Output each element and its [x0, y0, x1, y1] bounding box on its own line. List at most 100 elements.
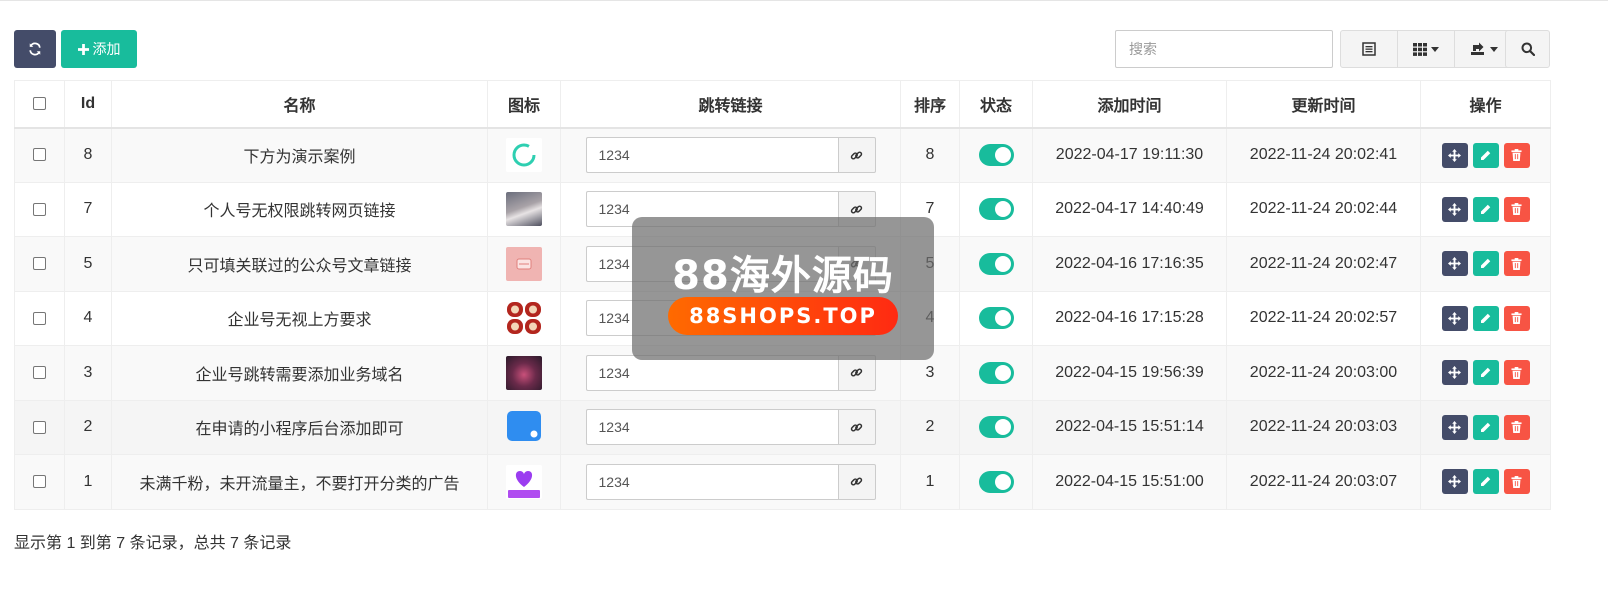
edit-button[interactable] — [1472, 142, 1499, 168]
edit-button[interactable] — [1472, 469, 1499, 495]
edit-button[interactable] — [1472, 414, 1499, 440]
open-link-button[interactable] — [837, 409, 876, 446]
row-created: 2022-04-16 17:16:35 — [1032, 236, 1227, 292]
header-updated[interactable]: 更新时间 — [1226, 80, 1421, 129]
header-name[interactable]: 名称 — [111, 80, 488, 129]
toggle-view-button[interactable] — [1341, 31, 1398, 67]
header-status[interactable]: 状态 — [959, 80, 1033, 129]
pagination-summary: 显示第 1 到第 7 条记录，总共 7 条记录 — [14, 535, 292, 552]
row-checkbox[interactable] — [33, 202, 46, 216]
drag-sort-button[interactable] — [1441, 469, 1468, 495]
purple-heart-icon[interactable] — [506, 464, 542, 499]
status-toggle[interactable] — [978, 361, 1014, 384]
delete-button[interactable] — [1503, 360, 1530, 386]
select-all-checkbox[interactable] — [33, 97, 46, 111]
link-field[interactable]: 1234 — [585, 463, 838, 500]
delete-button[interactable] — [1503, 196, 1530, 222]
watermark-url: 88SHOPS.TOP — [668, 297, 898, 335]
delete-button[interactable] — [1503, 251, 1530, 277]
row-id: 3 — [64, 345, 112, 401]
row-icon-cell — [487, 236, 561, 292]
row-checkbox[interactable] — [33, 257, 46, 271]
row-checkbox[interactable] — [33, 420, 46, 434]
flower-photo-icon[interactable] — [506, 355, 542, 390]
row-created: 2022-04-15 15:51:00 — [1032, 454, 1227, 510]
blue-chat-icon[interactable] — [506, 410, 542, 444]
status-toggle[interactable] — [978, 470, 1014, 493]
export-button[interactable] — [1455, 31, 1512, 67]
row-icon-cell — [487, 290, 561, 346]
row-updated: 2022-11-24 20:02:57 — [1226, 290, 1421, 346]
link-icon — [850, 205, 863, 214]
row-checkbox[interactable] — [33, 475, 46, 489]
row-created: 2022-04-15 15:51:14 — [1032, 399, 1227, 455]
row-checkbox[interactable] — [33, 311, 46, 325]
link-icon — [850, 477, 863, 486]
table-row: 2 在申请的小程序后台添加即可 1234 2 2022-04-15 15:51:… — [14, 399, 1551, 455]
link-field[interactable]: 1234 — [585, 409, 838, 446]
header-sort[interactable]: 排序 — [900, 80, 960, 129]
search-input[interactable] — [1115, 30, 1333, 68]
delete-button[interactable] — [1503, 414, 1530, 440]
drag-sort-button[interactable] — [1441, 142, 1468, 168]
edit-button[interactable] — [1472, 196, 1499, 222]
row-checkbox[interactable] — [33, 366, 46, 380]
delete-button[interactable] — [1503, 469, 1530, 495]
status-toggle[interactable] — [978, 198, 1014, 221]
row-checkbox[interactable] — [33, 148, 46, 162]
edit-button[interactable] — [1472, 360, 1499, 386]
search-button[interactable] — [1505, 30, 1550, 68]
open-link-button[interactable] — [837, 463, 876, 500]
delete-button[interactable] — [1503, 142, 1530, 168]
trash-icon — [1511, 149, 1522, 161]
row-updated: 2022-11-24 20:03:07 — [1226, 454, 1421, 510]
header-id[interactable]: Id — [64, 80, 112, 129]
trash-icon — [1511, 312, 1522, 325]
list-view-icon — [1362, 42, 1376, 56]
link-field[interactable]: 1234 — [585, 354, 838, 391]
status-toggle[interactable] — [978, 252, 1014, 275]
row-updated: 2022-11-24 20:03:03 — [1226, 399, 1421, 455]
refresh-button[interactable] — [14, 30, 56, 68]
header-created[interactable]: 添加时间 — [1032, 80, 1227, 129]
open-link-button[interactable] — [837, 354, 876, 391]
row-name: 企业号无视上方要求 — [111, 290, 488, 346]
status-toggle[interactable] — [978, 307, 1014, 330]
trash-icon — [1511, 366, 1522, 379]
edit-button[interactable] — [1472, 251, 1499, 277]
red-seal-icon[interactable] — [506, 301, 542, 336]
header-icon[interactable]: 图标 — [487, 80, 561, 129]
edit-button[interactable] — [1472, 305, 1499, 331]
cat-photo-icon[interactable] — [506, 192, 542, 227]
pencil-icon — [1481, 204, 1491, 214]
drag-sort-button[interactable] — [1441, 305, 1468, 331]
open-link-button[interactable] — [837, 137, 876, 173]
row-icon-cell — [487, 454, 561, 510]
row-link-cell: 1234 — [560, 399, 901, 455]
row-name: 企业号跳转需要添加业务域名 — [111, 345, 488, 401]
drag-sort-button[interactable] — [1441, 196, 1468, 222]
link-field[interactable]: 1234 — [585, 137, 838, 173]
drag-sort-button[interactable] — [1441, 414, 1468, 440]
link-icon — [850, 423, 863, 432]
table-row: 8 下方为演示案例 1234 8 2022-04-17 19:11:30 202… — [14, 127, 1551, 183]
pink-card-icon[interactable] — [506, 246, 542, 281]
status-toggle[interactable] — [978, 416, 1014, 439]
status-toggle[interactable] — [978, 144, 1014, 166]
header-select-all[interactable] — [14, 80, 65, 129]
chevron-down-icon — [1431, 46, 1439, 52]
link-icon — [850, 368, 863, 377]
add-button[interactable]: 添加 — [61, 30, 137, 68]
row-name: 下方为演示案例 — [111, 127, 488, 183]
header-link[interactable]: 跳转链接 — [560, 80, 901, 129]
row-updated: 2022-11-24 20:02:47 — [1226, 236, 1421, 292]
drag-sort-button[interactable] — [1441, 251, 1468, 277]
delete-button[interactable] — [1503, 305, 1530, 331]
trash-icon — [1511, 475, 1522, 488]
columns-button[interactable] — [1398, 31, 1455, 67]
drag-sort-button[interactable] — [1441, 360, 1468, 386]
add-button-label: 添加 — [92, 41, 121, 57]
export-icon — [1470, 42, 1484, 55]
loading-ring-icon[interactable] — [506, 138, 542, 172]
move-arrows-icon — [1448, 148, 1461, 162]
